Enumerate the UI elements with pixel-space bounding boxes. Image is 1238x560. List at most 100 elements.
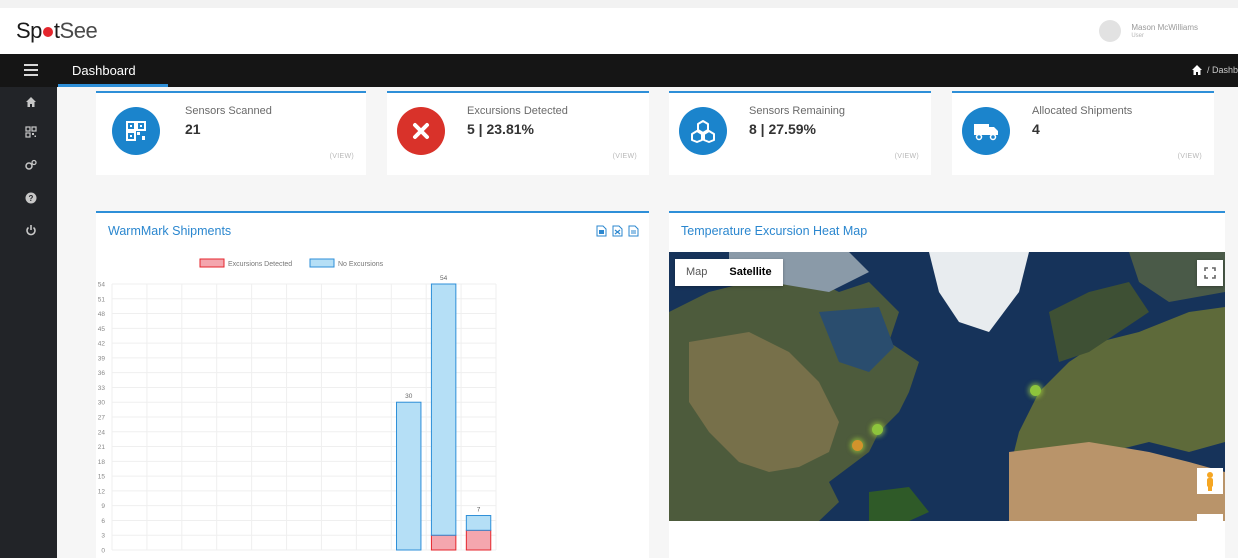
world-map-image bbox=[669, 252, 1225, 521]
csv-icon[interactable] bbox=[628, 225, 639, 237]
breadcrumb: / Dashb bbox=[1191, 64, 1238, 76]
bar-data-label: 7 bbox=[477, 507, 481, 514]
shipments-bar-chart: Excursions Detected No Excursions03691215… bbox=[98, 258, 497, 555]
y-tick-label: 45 bbox=[98, 326, 106, 333]
stat-label: Sensors Scanned bbox=[185, 105, 272, 117]
y-tick-label: 39 bbox=[98, 355, 106, 362]
stat-card-allocated-shipments: Allocated Shipments 4 (VIEW) bbox=[952, 91, 1214, 175]
menu-toggle-icon[interactable] bbox=[24, 64, 38, 76]
y-tick-label: 6 bbox=[101, 518, 105, 525]
legend-label: No Excursions bbox=[338, 261, 384, 268]
gears-icon[interactable] bbox=[25, 159, 37, 171]
stat-icon-circle bbox=[112, 107, 160, 155]
stat-label: Allocated Shipments bbox=[1032, 105, 1133, 117]
logo-text-start: Sp bbox=[16, 18, 42, 43]
qr-code-icon bbox=[126, 121, 146, 141]
fullscreen-button[interactable] bbox=[1197, 260, 1223, 286]
stat-label: Excursions Detected bbox=[467, 105, 568, 117]
y-tick-label: 0 bbox=[101, 548, 105, 555]
legend-swatch bbox=[199, 258, 225, 268]
page-title: Dashboard bbox=[72, 63, 136, 78]
stat-value: 8 | 27.59% bbox=[749, 121, 816, 137]
stat-value: 4 bbox=[1032, 121, 1040, 137]
truck-icon bbox=[974, 124, 998, 141]
pegman-icon bbox=[1207, 472, 1213, 491]
stat-label: Sensors Remaining bbox=[749, 105, 845, 117]
svg-text:?: ? bbox=[29, 194, 34, 203]
y-tick-label: 24 bbox=[98, 429, 106, 436]
sidebar bbox=[0, 87, 57, 558]
panel-title: Temperature Excursion Heat Map bbox=[681, 224, 868, 238]
home-icon[interactable] bbox=[1191, 64, 1203, 76]
qr-code-icon[interactable] bbox=[25, 126, 37, 138]
map-type-satellite-button[interactable]: Satellite bbox=[718, 259, 782, 286]
stat-card-excursions-detected: Excursions Detected 5 | 23.81% (VIEW) bbox=[387, 91, 649, 175]
map-type-map-button[interactable]: Map bbox=[675, 259, 718, 286]
y-tick-label: 27 bbox=[98, 415, 106, 422]
y-tick-label: 36 bbox=[98, 370, 106, 377]
y-tick-label: 48 bbox=[98, 311, 106, 318]
logo-text-end: See bbox=[59, 18, 98, 43]
spotsee-logo[interactable]: Sp tSee bbox=[16, 18, 98, 44]
map-type-toggle: Map Satellite bbox=[675, 259, 783, 286]
view-link[interactable]: (VIEW) bbox=[1178, 153, 1202, 160]
warmmark-shipments-panel: WarmMark Shipments Excursions Detected No… bbox=[96, 211, 649, 558]
panel-title: WarmMark Shipments bbox=[108, 224, 232, 238]
y-tick-label: 12 bbox=[98, 488, 106, 495]
y-tick-label: 30 bbox=[98, 400, 106, 407]
bar bbox=[396, 401, 422, 551]
bar bbox=[465, 529, 492, 551]
heat-point bbox=[852, 440, 863, 451]
y-tick-label: 3 bbox=[101, 533, 105, 540]
zoom-in-button[interactable]: + bbox=[1197, 514, 1223, 521]
heat-map-panel: Temperature Excursion Heat Map Map Satel… bbox=[669, 211, 1225, 558]
legend-swatch bbox=[309, 258, 335, 268]
heat-point bbox=[872, 424, 883, 435]
user-name: Mason McWilliams bbox=[1131, 23, 1198, 32]
user-role: User bbox=[1131, 33, 1144, 39]
y-tick-label: 15 bbox=[98, 474, 106, 481]
pdf-icon[interactable] bbox=[596, 225, 607, 237]
stat-icon-circle bbox=[962, 107, 1010, 155]
y-tick-label: 9 bbox=[101, 503, 105, 510]
bar bbox=[430, 283, 457, 536]
y-tick-label: 21 bbox=[98, 444, 106, 451]
view-link[interactable]: (VIEW) bbox=[895, 153, 919, 160]
view-link[interactable]: (VIEW) bbox=[330, 153, 354, 160]
y-tick-label: 33 bbox=[98, 385, 106, 392]
fullscreen-icon bbox=[1204, 267, 1216, 279]
y-tick-label: 18 bbox=[98, 459, 106, 466]
cubes-icon bbox=[691, 120, 715, 143]
legend-label: Excursions Detected bbox=[228, 261, 292, 268]
export-icons bbox=[596, 225, 639, 237]
stat-value: 21 bbox=[185, 121, 201, 137]
view-link[interactable]: (VIEW) bbox=[613, 153, 637, 160]
home-icon[interactable] bbox=[25, 96, 37, 108]
stat-icon-circle bbox=[679, 107, 727, 155]
stat-value: 5 | 23.81% bbox=[467, 121, 534, 137]
bar-data-label: 54 bbox=[440, 275, 448, 282]
stat-icon-circle bbox=[397, 107, 445, 155]
help-icon[interactable]: ? bbox=[25, 192, 37, 204]
x-icon bbox=[413, 123, 429, 139]
zoom-control: + bbox=[1197, 514, 1223, 521]
user-menu[interactable]: Mason McWilliams User bbox=[1099, 20, 1198, 42]
avatar bbox=[1099, 20, 1122, 42]
stat-card-sensors-scanned: Sensors Scanned 21 (VIEW) bbox=[96, 91, 366, 175]
logo-dot bbox=[42, 26, 53, 37]
power-icon[interactable] bbox=[25, 224, 37, 236]
bar bbox=[430, 534, 457, 551]
heat-point bbox=[1030, 385, 1041, 396]
top-header: Sp tSee Mason McWilliams User bbox=[0, 0, 1238, 54]
breadcrumb-text[interactable]: / Dashb bbox=[1207, 65, 1238, 75]
y-tick-label: 51 bbox=[98, 296, 106, 303]
y-tick-label: 54 bbox=[98, 282, 106, 289]
stat-card-sensors-remaining: Sensors Remaining 8 | 27.59% (VIEW) bbox=[669, 91, 931, 175]
street-view-pegman[interactable] bbox=[1197, 468, 1223, 494]
y-tick-label: 42 bbox=[98, 341, 106, 348]
nav-bar bbox=[0, 54, 1238, 87]
bar-data-label: 30 bbox=[405, 393, 413, 400]
excel-icon[interactable] bbox=[612, 225, 623, 237]
satellite-map[interactable]: Map Satellite + bbox=[669, 252, 1225, 521]
bar bbox=[465, 515, 492, 531]
